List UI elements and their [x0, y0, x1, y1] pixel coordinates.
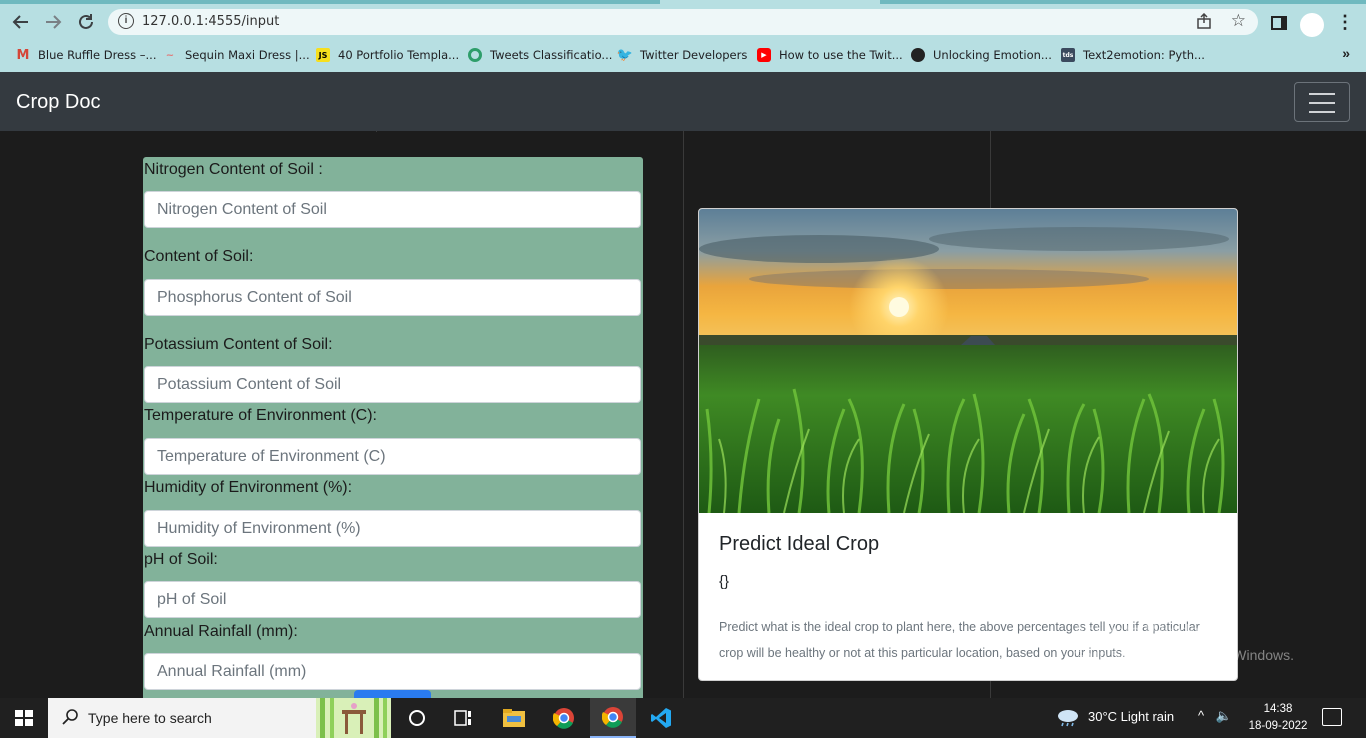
- rainfall-input[interactable]: [144, 653, 641, 690]
- bookmark-item[interactable]: JS 40 Portfolio Templa...: [316, 46, 459, 64]
- bookmark-label: Blue Ruffle Dress –...: [38, 48, 157, 62]
- card-title: Predict Ideal Crop: [719, 533, 880, 555]
- clock-date: 18-09-2022: [1248, 720, 1308, 732]
- gmail-icon: M: [16, 47, 30, 63]
- github-icon: [911, 48, 925, 62]
- bookmark-label: 40 Portfolio Templa...: [338, 48, 460, 62]
- bookmark-star-icon[interactable]: ☆: [1231, 11, 1246, 31]
- back-arrow-icon[interactable]: [8, 9, 34, 35]
- hamburger-line: [1309, 102, 1335, 104]
- rainfall-label: Annual Rainfall (mm):: [144, 623, 298, 640]
- clock[interactable]: 14:38 18-09-2022: [1248, 701, 1308, 735]
- ph-label: pH of Soil:: [144, 551, 218, 568]
- prediction-card: Predict Ideal Crop {} Predict what is th…: [698, 208, 1238, 681]
- phosphorus-label: Content of Soil:: [144, 248, 254, 265]
- side-panel-icon[interactable]: [1271, 16, 1287, 30]
- bookmark-item[interactable]: M Blue Ruffle Dress –...: [16, 46, 157, 64]
- main-content: Nitrogen Content of Soil : Content of So…: [0, 131, 1366, 702]
- app-navbar: Crop Doc: [0, 72, 1366, 131]
- bookmarks-bar: M Blue Ruffle Dress –... ~ Sequin Maxi D…: [0, 43, 1366, 67]
- bookmark-item[interactable]: Tweets Classificatio...: [468, 46, 612, 64]
- address-bar[interactable]: i 127.0.0.1:4555/input ☆: [108, 9, 1258, 35]
- bookmark-label: Sequin Maxi Dress |...: [185, 48, 310, 62]
- divider: [683, 131, 684, 698]
- windows-taskbar: Type here to search 30°C Light rain ^ 🔈: [0, 698, 1366, 738]
- navigation-row: i 127.0.0.1:4555/input ☆ ⋮: [0, 4, 1366, 40]
- phosphorus-input[interactable]: [144, 279, 641, 316]
- file-explorer-icon[interactable]: [491, 698, 537, 738]
- bookmark-label: Unlocking Emotion...: [933, 48, 1052, 62]
- potassium-label: Potassium Content of Soil:: [144, 336, 333, 353]
- soil-input-form: Nitrogen Content of Soil : Content of So…: [143, 157, 643, 702]
- clock-time: 14:38: [1263, 703, 1293, 715]
- prediction-result: {}: [719, 573, 730, 590]
- forward-arrow-icon[interactable]: [40, 9, 66, 35]
- bookmark-item[interactable]: Unlocking Emotion...: [911, 46, 1052, 64]
- ring-icon: [468, 48, 482, 62]
- profile-avatar[interactable]: [1300, 13, 1324, 37]
- bookmark-item[interactable]: ▶ How to use the Twit...: [757, 46, 903, 64]
- search-icon: [62, 708, 79, 730]
- potassium-input[interactable]: [144, 366, 641, 403]
- temperature-input[interactable]: [144, 438, 641, 475]
- rain-cloud-icon: [1056, 708, 1078, 727]
- hamburger-line: [1309, 111, 1335, 113]
- activation-watermark-subtitle: Go to Settings to activate Windows.: [1073, 647, 1294, 663]
- widgets-icon[interactable]: [440, 698, 486, 738]
- chrome-profile-icon[interactable]: [590, 698, 636, 738]
- sequin-icon: ~: [165, 49, 175, 61]
- browser-menu-icon[interactable]: ⋮: [1336, 12, 1354, 33]
- weather-text: 30°C Light rain: [1088, 708, 1175, 724]
- chrome-icon[interactable]: [541, 698, 587, 738]
- share-icon[interactable]: [1196, 12, 1212, 33]
- youtube-icon: ▶: [757, 48, 771, 62]
- speaker-icon[interactable]: 🔈: [1216, 708, 1232, 723]
- divider: [376, 131, 377, 132]
- url-text[interactable]: 127.0.0.1:4555/input: [142, 14, 279, 29]
- bookmark-item[interactable]: tds Text2emotion: Pyth...: [1061, 46, 1205, 64]
- nitrogen-label: Nitrogen Content of Soil :: [144, 161, 323, 178]
- system-tray[interactable]: ^ 🔈: [1198, 708, 1232, 724]
- windows-start-icon[interactable]: [15, 710, 33, 726]
- nitrogen-input[interactable]: [144, 191, 641, 228]
- crop-field-image: [699, 209, 1237, 513]
- bookmark-label: Twitter Developers: [640, 48, 748, 62]
- brand-title[interactable]: Crop Doc: [16, 91, 100, 114]
- humidity-label: Humidity of Environment (%):: [144, 479, 353, 496]
- notification-icon[interactable]: [1322, 708, 1342, 726]
- bookmark-label: Text2emotion: Pyth...: [1083, 48, 1205, 62]
- reload-icon[interactable]: [73, 9, 99, 35]
- tds-icon: tds: [1061, 48, 1075, 62]
- bookmark-label: How to use the Twit...: [779, 48, 903, 62]
- search-placeholder: Type here to search: [88, 710, 212, 726]
- twitter-icon: 🐦: [616, 47, 634, 63]
- bookmark-item[interactable]: ~ Sequin Maxi Dress |...: [163, 46, 310, 64]
- taskbar-search[interactable]: Type here to search: [48, 698, 391, 738]
- hamburger-line: [1309, 93, 1335, 95]
- hamburger-menu-button[interactable]: [1294, 82, 1350, 122]
- activation-watermark-title: Activate Windows: [1073, 622, 1223, 643]
- vscode-icon[interactable]: [638, 698, 684, 738]
- js-icon: JS: [316, 48, 330, 62]
- ph-input[interactable]: [144, 581, 641, 618]
- task-view-icon[interactable]: [394, 698, 440, 738]
- bookmark-item[interactable]: 🐦 Twitter Developers: [616, 46, 748, 64]
- chevron-up-icon[interactable]: ^: [1198, 708, 1204, 723]
- more-bookmarks-icon[interactable]: »: [1342, 45, 1350, 61]
- site-info-icon[interactable]: i: [118, 13, 134, 29]
- bookmark-label: Tweets Classificatio...: [490, 48, 613, 62]
- weather-widget[interactable]: 30°C Light rain: [1056, 708, 1175, 727]
- humidity-input[interactable]: [144, 510, 641, 547]
- temperature-label: Temperature of Environment (C):: [144, 407, 377, 424]
- search-highlight-art: [316, 698, 391, 738]
- browser-toolbar: i 127.0.0.1:4555/input ☆ ⋮ M Blue Ruffle…: [0, 0, 1366, 72]
